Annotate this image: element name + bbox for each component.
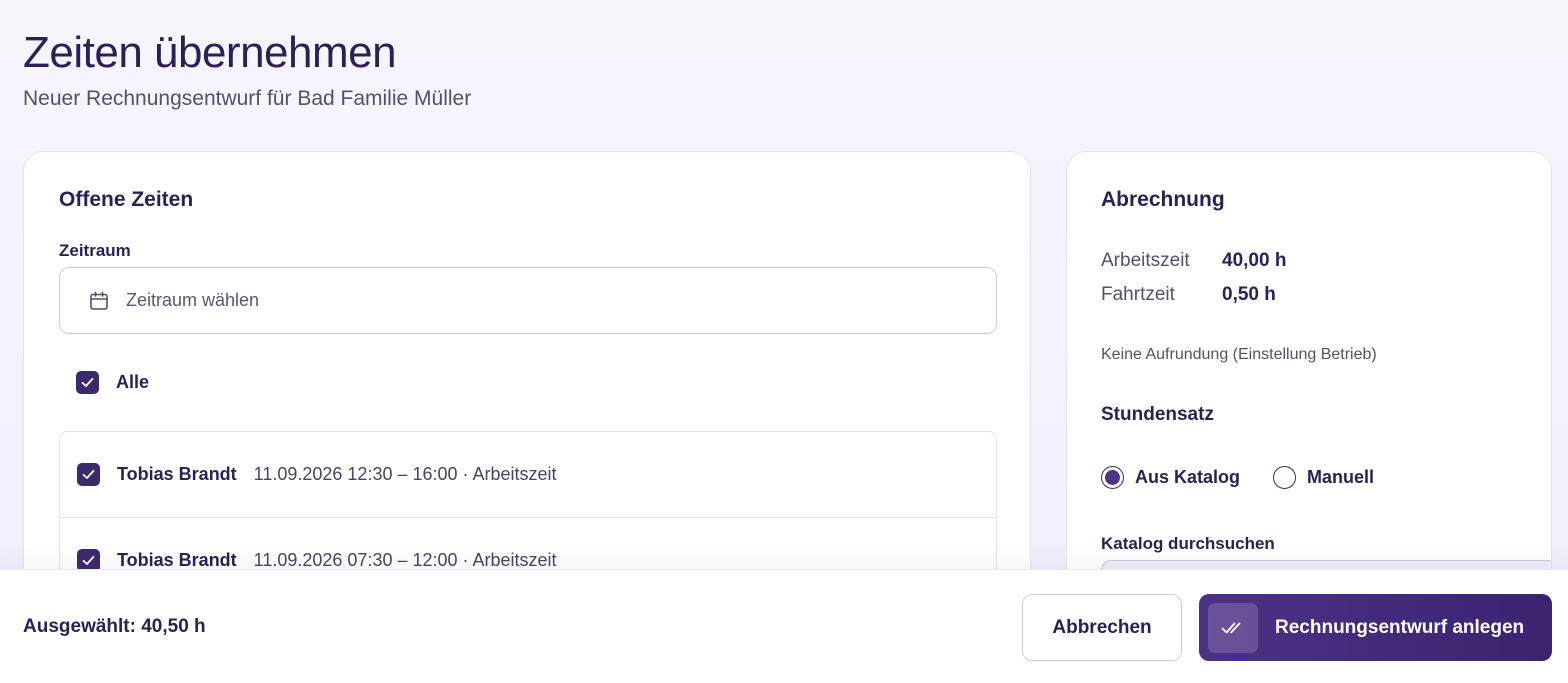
entry-employee-name: Tobias Brandt bbox=[117, 464, 237, 484]
billing-card: Abrechnung Arbeitszeit 40,00 h Fahrtzeit… bbox=[1066, 151, 1552, 631]
work-time-value: 40,00 h bbox=[1222, 250, 1287, 271]
page-subtitle: Neuer Rechnungsentwurf für Bad Familie M… bbox=[23, 87, 472, 110]
create-invoice-draft-button[interactable]: Rechnungsentwurf anlegen bbox=[1199, 594, 1552, 661]
check-icon bbox=[76, 371, 99, 394]
select-all-checkbox[interactable]: Alle bbox=[76, 371, 149, 394]
entry-employee-name: Tobias Brandt bbox=[117, 550, 237, 570]
entry-detail: 11.09.2026 07:30 – 12:00 · Arbeitszeit bbox=[253, 550, 557, 570]
billing-title: Abrechnung bbox=[1101, 188, 1225, 211]
open-times-title: Offene Zeiten bbox=[59, 188, 194, 211]
select-all-label: Alle bbox=[116, 372, 150, 392]
radio-selected-icon bbox=[1101, 466, 1124, 489]
travel-time-value: 0,50 h bbox=[1222, 284, 1276, 305]
hourly-rate-options: Aus Katalog Manuell bbox=[1101, 466, 1407, 489]
calendar-icon bbox=[88, 290, 110, 312]
page-header: Zeiten übernehmen Neuer Rechnungsentwurf… bbox=[23, 26, 471, 112]
radio-unselected-icon bbox=[1273, 466, 1297, 489]
selected-total: Ausgewählt: 40,50 h bbox=[23, 616, 206, 637]
catalog-search-label: Katalog durchsuchen bbox=[1101, 534, 1275, 553]
rounding-note: Keine Aufrundung (Einstellung Betrieb) bbox=[1101, 346, 1377, 363]
travel-time-row: Fahrtzeit 0,50 h bbox=[1101, 284, 1276, 306]
rate-option-label: Manuell bbox=[1307, 467, 1375, 487]
rate-option-label: Aus Katalog bbox=[1135, 467, 1241, 487]
period-input[interactable]: Zeitraum wählen bbox=[59, 267, 997, 334]
work-time-label: Arbeitszeit bbox=[1101, 250, 1190, 271]
open-times-card: Offene Zeiten Zeitraum Zeitraum wählen A… bbox=[23, 151, 1031, 631]
page-title: Zeiten übernehmen bbox=[23, 28, 397, 77]
check-icon[interactable] bbox=[77, 463, 100, 486]
double-check-icon bbox=[1208, 602, 1258, 653]
rate-option-manual[interactable]: Manuell bbox=[1273, 466, 1374, 489]
period-placeholder: Zeitraum wählen bbox=[126, 290, 260, 310]
cancel-button[interactable]: Abbrechen bbox=[1022, 594, 1182, 661]
rate-option-catalog[interactable]: Aus Katalog bbox=[1101, 466, 1240, 489]
travel-time-label: Fahrtzeit bbox=[1101, 284, 1175, 305]
action-footer: Ausgewählt: 40,50 h Abbrechen Rechnungse… bbox=[0, 569, 1568, 683]
entry-detail: 11.09.2026 12:30 – 16:00 · Arbeitszeit bbox=[253, 464, 557, 484]
hourly-rate-label: Stundensatz bbox=[1101, 404, 1214, 425]
period-label: Zeitraum bbox=[59, 241, 131, 260]
time-entry-row[interactable]: Tobias Brandt 11.09.2026 12:30 – 16:00 ·… bbox=[60, 432, 996, 518]
work-time-row: Arbeitszeit 40,00 h bbox=[1101, 250, 1286, 272]
create-invoice-draft-label: Rechnungsentwurf anlegen bbox=[1275, 616, 1525, 638]
